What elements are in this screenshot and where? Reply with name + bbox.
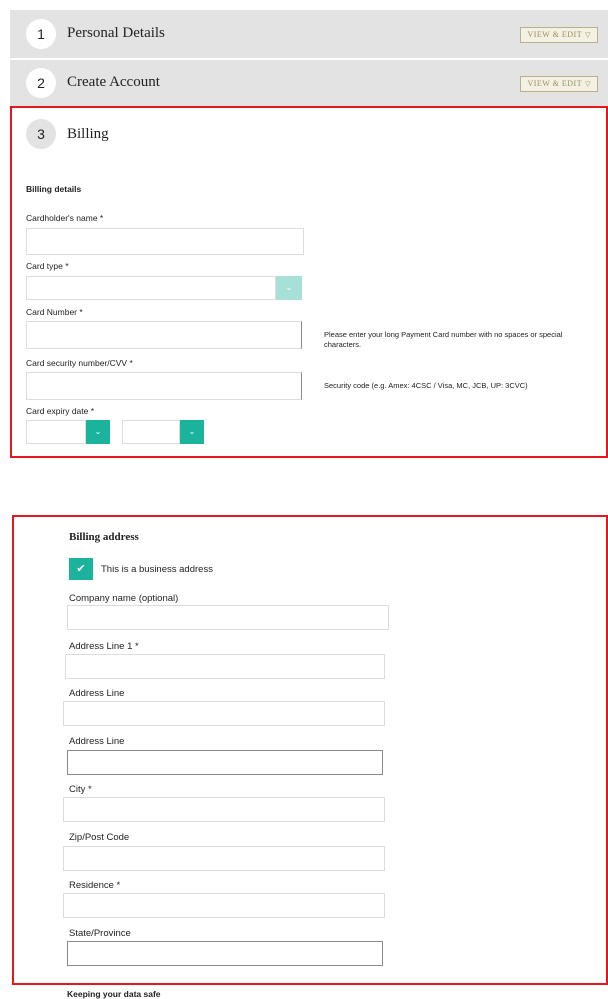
card-type-label: Card type * (26, 261, 69, 271)
step-number: 3 (26, 119, 56, 149)
view-edit-button[interactable]: VIEW & EDIT ▽ (520, 27, 598, 43)
chevron-down-icon: ▽ (585, 31, 591, 39)
view-edit-button[interactable]: VIEW & EDIT ▽ (520, 76, 598, 92)
zip-input[interactable] (63, 846, 385, 871)
cvv-label: Card security number/CVV * (26, 358, 133, 368)
step-personal-details[interactable]: 1 Personal Details VIEW & EDIT ▽ (10, 10, 608, 58)
expiry-year-dropdown-button[interactable]: ⌄ (180, 420, 204, 444)
address-line1-input[interactable] (65, 654, 385, 679)
company-label: Company name (optional) (69, 593, 179, 604)
card-number-hint: Please enter your long Payment Card numb… (324, 330, 563, 349)
cardholder-label: Cardholder's name * (26, 213, 104, 223)
expiry-month-select[interactable] (26, 420, 86, 444)
card-number-label: Card Number * (26, 307, 83, 317)
chevron-down-icon: ▽ (585, 80, 591, 88)
billing-address-section: Billing address ✔ This is a business add… (12, 515, 608, 985)
residence-select[interactable] (63, 893, 385, 918)
business-address-checkbox[interactable]: ✔ (69, 558, 93, 580)
address-line3-label: Address Line (69, 736, 125, 747)
step-create-account[interactable]: 2 Create Account VIEW & EDIT ▽ (10, 60, 608, 106)
address-line3-input[interactable] (67, 750, 383, 775)
expiry-month-dropdown-button[interactable]: ⌄ (86, 420, 110, 444)
card-type-select[interactable] (26, 276, 276, 300)
address-line2-input[interactable] (63, 701, 385, 726)
billing-address-heading: Billing address (69, 531, 139, 543)
cvv-hint: Security code (e.g. Amex: 4CSC / Visa, M… (324, 381, 528, 390)
step-title: Create Account (67, 74, 160, 90)
cardholder-input[interactable] (26, 228, 304, 255)
chevron-down-icon: ⌄ (285, 283, 293, 292)
state-label: State/Province (69, 928, 131, 939)
cvv-input[interactable] (26, 372, 302, 400)
data-safe-heading: Keeping your data safe (67, 989, 161, 999)
chevron-down-icon: ⌄ (94, 427, 102, 436)
step-billing-header: 3 Billing (12, 108, 606, 158)
step-title: Personal Details (67, 25, 165, 41)
card-number-input[interactable] (26, 321, 302, 349)
city-label: City * (69, 784, 92, 795)
company-input[interactable] (67, 605, 389, 630)
view-edit-label: VIEW & EDIT (527, 79, 583, 88)
card-type-dropdown-button[interactable]: ⌄ (276, 276, 302, 300)
billing-details-heading: Billing details (26, 184, 82, 194)
address-line2-label: Address Line (69, 688, 125, 699)
city-input[interactable] (63, 797, 385, 822)
chevron-down-icon: ⌄ (188, 427, 196, 436)
expiry-year-select[interactable] (122, 420, 180, 444)
view-edit-label: VIEW & EDIT (527, 30, 583, 39)
zip-label: Zip/Post Code (69, 832, 130, 843)
billing-section: 3 Billing Billing details Cardholder's n… (10, 106, 608, 458)
state-input[interactable] (67, 941, 383, 966)
step-number: 2 (26, 68, 56, 98)
residence-label: Residence * (69, 880, 121, 891)
business-address-label: This is a business address (101, 564, 213, 575)
step-number: 1 (26, 19, 56, 49)
checkmark-icon: ✔ (76, 563, 86, 575)
address-line1-label: Address Line 1 * (69, 641, 139, 652)
expiry-label: Card expiry date * (26, 406, 95, 416)
step-title: Billing (67, 126, 109, 142)
